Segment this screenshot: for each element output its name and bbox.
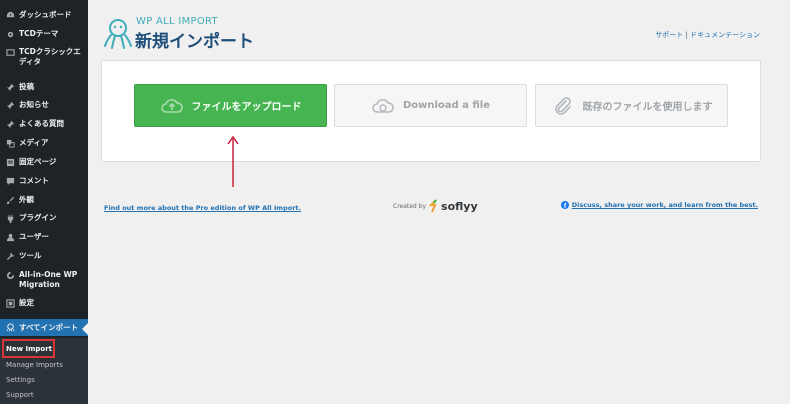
sidebar-item-label: All-in-One WP Migration bbox=[19, 270, 78, 289]
sidebar-item-settings[interactable]: 設定 bbox=[0, 298, 88, 308]
facebook-icon bbox=[560, 201, 569, 209]
sidebar-item-label: TCDテーマ bbox=[19, 29, 59, 38]
editor-icon bbox=[5, 47, 15, 57]
pin-icon bbox=[5, 100, 15, 110]
annotation-highlight-box bbox=[2, 339, 55, 358]
pro-edition-link[interactable]: Find out more about the Pro edition of W… bbox=[104, 204, 301, 212]
link-separator: | bbox=[685, 31, 688, 39]
use-existing-file-button[interactable]: 既存のファイルを使用します bbox=[535, 84, 728, 127]
sidebar-item-label: ツール bbox=[19, 251, 42, 260]
sidebar-item-migration[interactable]: All-in-One WP Migration bbox=[0, 270, 88, 290]
main-content: WP ALL IMPORT 新規インポート サポート | ドキュメンテーション … bbox=[88, 0, 790, 404]
community-link[interactable]: Discuss, share your work, and learn from… bbox=[560, 201, 758, 209]
sidebar-item-label: すべてインポート bbox=[19, 322, 79, 332]
submenu-settings[interactable]: Settings bbox=[6, 376, 35, 384]
plugin-icon bbox=[5, 213, 15, 223]
sidebar-item-label: 外観 bbox=[19, 195, 34, 204]
sidebar-item-label: メディア bbox=[19, 138, 49, 147]
cloud-download-icon bbox=[371, 96, 395, 116]
cloud-upload-icon bbox=[160, 96, 184, 116]
sidebar-item-label: コメント bbox=[19, 176, 49, 185]
pin-icon bbox=[5, 119, 15, 129]
sidebar-item-all-import[interactable]: すべてインポート bbox=[0, 319, 88, 336]
admin-sidebar: ダッシュボード TCDテーマ TCDクラシックエディタ 投稿 お知らせ よくある… bbox=[0, 0, 88, 404]
sidebar-item-faq[interactable]: よくある質問 bbox=[0, 119, 88, 129]
sidebar-item-label: お知らせ bbox=[19, 100, 49, 109]
paperclip-icon bbox=[551, 96, 575, 116]
sidebar-item-media[interactable]: メディア bbox=[0, 138, 88, 148]
submenu-manage-imports[interactable]: Manage Imports bbox=[6, 361, 63, 369]
download-file-label: Download a file bbox=[402, 100, 491, 111]
settings-icon bbox=[5, 298, 15, 308]
wrench-icon bbox=[5, 251, 15, 261]
submenu-support[interactable]: Support bbox=[6, 391, 34, 399]
sidebar-item-label: プラグイン bbox=[19, 213, 57, 222]
community-link-label: Discuss, share your work, and learn from… bbox=[571, 201, 758, 209]
sidebar-item-pages[interactable]: 固定ページ bbox=[0, 157, 88, 167]
sidebar-item-label: ダッシュボード bbox=[19, 10, 72, 19]
documentation-link[interactable]: ドキュメンテーション bbox=[690, 31, 760, 39]
sidebar-item-label: 固定ページ bbox=[19, 157, 57, 166]
octopus-icon bbox=[5, 323, 15, 333]
sidebar-item-posts[interactable]: 投稿 bbox=[0, 82, 88, 92]
sidebar-item-news[interactable]: お知らせ bbox=[0, 100, 88, 110]
sidebar-item-dashboard[interactable]: ダッシュボード bbox=[0, 10, 88, 20]
sidebar-item-label: 投稿 bbox=[19, 82, 34, 91]
created-by: Created by soflyy bbox=[393, 199, 478, 213]
sidebar-item-tcd-classic-editor[interactable]: TCDクラシックエディタ bbox=[0, 47, 88, 67]
brush-icon bbox=[5, 195, 15, 205]
sidebar-item-label: ユーザー bbox=[19, 232, 49, 241]
media-icon bbox=[5, 138, 15, 148]
dashboard-icon bbox=[5, 10, 15, 20]
page-icon bbox=[5, 157, 15, 167]
gear-icon bbox=[5, 29, 15, 39]
created-by-label: Created by bbox=[393, 202, 427, 210]
soflyy-logo-icon bbox=[429, 199, 437, 213]
import-source-panel: ファイルをアップロード Download a file 既存のファイルを使用しま… bbox=[101, 60, 761, 162]
sidebar-item-label: 設定 bbox=[19, 298, 34, 307]
sidebar-item-plugins[interactable]: プラグイン bbox=[0, 213, 88, 223]
user-icon bbox=[5, 232, 15, 242]
annotation-arrow bbox=[227, 135, 239, 187]
page-title: 新規インポート bbox=[135, 32, 254, 52]
header-links: サポート | ドキュメンテーション bbox=[655, 30, 760, 40]
download-file-button[interactable]: Download a file bbox=[334, 84, 527, 127]
brand-name: WP ALL IMPORT bbox=[136, 16, 218, 27]
use-existing-file-label: 既存のファイルを使用します bbox=[582, 102, 713, 113]
upload-file-button[interactable]: ファイルをアップロード bbox=[134, 84, 327, 127]
sidebar-item-appearance[interactable]: 外観 bbox=[0, 195, 88, 205]
sidebar-item-comments[interactable]: コメント bbox=[0, 176, 88, 186]
wp-all-import-logo bbox=[104, 19, 132, 49]
migration-icon bbox=[5, 270, 15, 280]
sidebar-item-tcd-theme[interactable]: TCDテーマ bbox=[0, 29, 88, 39]
sidebar-item-tools[interactable]: ツール bbox=[0, 251, 88, 261]
comment-icon bbox=[5, 176, 15, 186]
sidebar-item-label: TCDクラシックエディタ bbox=[19, 47, 81, 66]
sidebar-item-label: よくある質問 bbox=[19, 119, 64, 128]
sidebar-item-users[interactable]: ユーザー bbox=[0, 232, 88, 242]
pin-icon bbox=[5, 82, 15, 92]
support-link[interactable]: サポート bbox=[655, 31, 683, 39]
upload-file-label: ファイルをアップロード bbox=[191, 102, 302, 113]
company-name[interactable]: soflyy bbox=[441, 200, 478, 213]
